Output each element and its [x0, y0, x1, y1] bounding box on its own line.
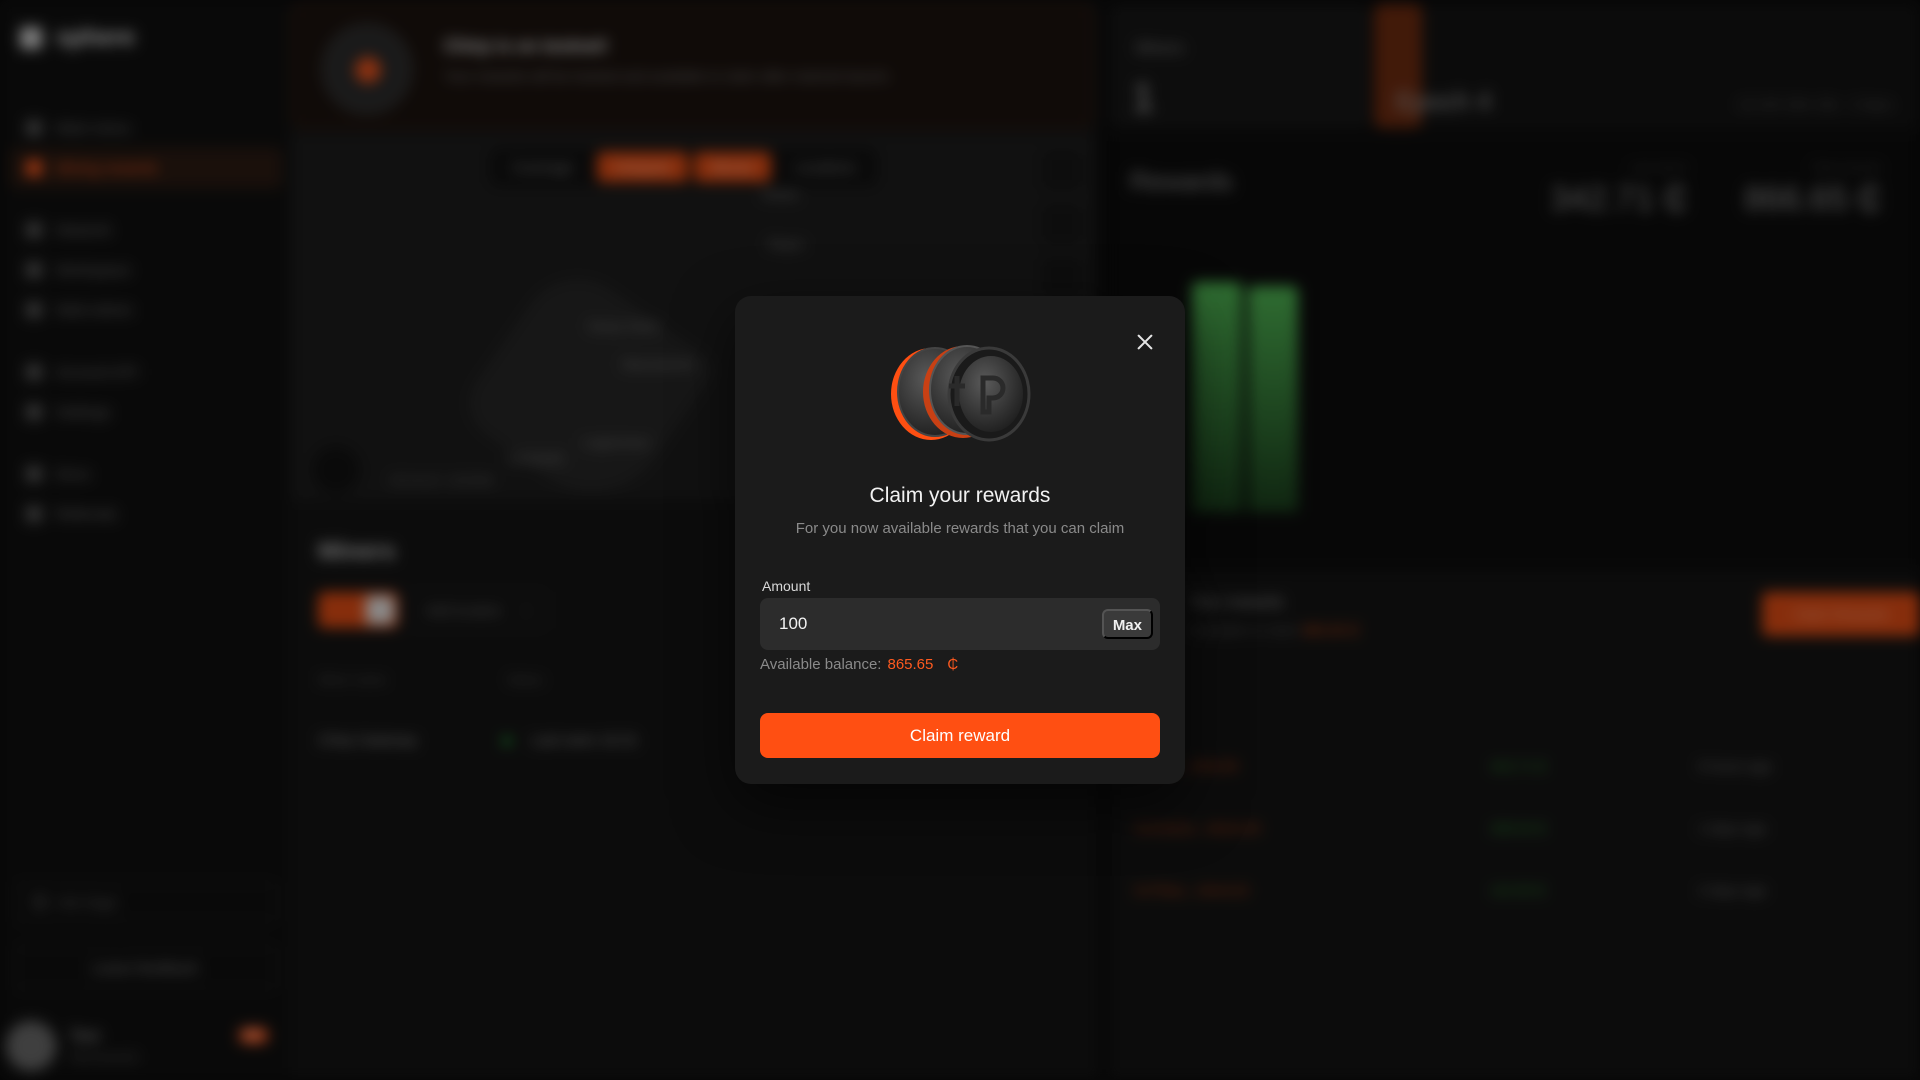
amount-label: Amount — [762, 578, 811, 594]
balance-value: 865.65 — [887, 656, 934, 673]
amount-field: Max — [760, 598, 1160, 650]
max-button[interactable]: Max — [1101, 609, 1153, 639]
amount-input[interactable] — [760, 598, 1090, 650]
available-balance: Available balance: 865.65 ₵ — [760, 656, 958, 673]
balance-label: Available balance: — [760, 656, 882, 673]
modal-title: Claim your rewards — [869, 484, 1051, 507]
coins-icon — [891, 345, 1031, 442]
claim-reward-button[interactable]: Claim reward — [760, 713, 1160, 758]
claim-rewards-modal: Claim your rewards For you now available… — [735, 296, 1185, 784]
modal-subtitle: For you now available rewards that you c… — [795, 520, 1125, 537]
currency-icon: ₵ — [947, 656, 959, 673]
close-icon[interactable] — [1133, 330, 1157, 354]
